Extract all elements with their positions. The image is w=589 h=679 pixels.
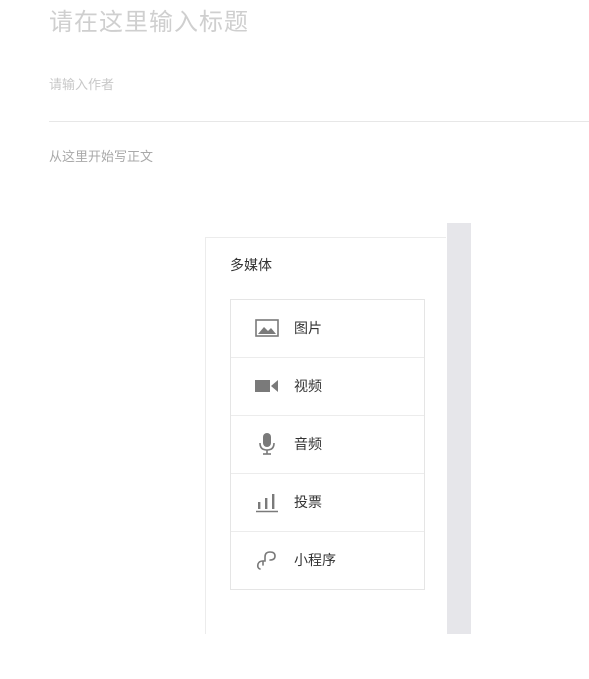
title-input[interactable]: 请在这里输入标题: [49, 6, 249, 38]
video-icon: [254, 374, 280, 398]
poll-icon: [254, 490, 280, 514]
panel-scrollbar-track[interactable]: [447, 223, 471, 634]
media-item-label: 音频: [294, 437, 322, 453]
media-item-label: 小程序: [294, 553, 336, 569]
image-icon: [254, 316, 280, 340]
header-divider: [49, 121, 589, 122]
mini-program-icon: [254, 548, 280, 572]
media-item-mini-program[interactable]: 小程序: [231, 531, 424, 589]
media-item-label: 图片: [294, 321, 322, 337]
media-item-poll[interactable]: 投票: [231, 473, 424, 531]
media-item-audio[interactable]: 音频: [231, 415, 424, 473]
body-editor[interactable]: 从这里开始写正文: [49, 149, 153, 167]
media-item-label: 投票: [294, 495, 322, 511]
media-item-label: 视频: [294, 379, 322, 395]
microphone-icon: [254, 432, 280, 456]
media-item-image[interactable]: 图片: [231, 300, 424, 357]
article-editor: 请在这里输入标题 请输入作者 从这里开始写正文 多媒体 图片 视频 音频 投票 …: [0, 0, 589, 679]
media-item-video[interactable]: 视频: [231, 357, 424, 415]
media-menu: 图片 视频 音频 投票 小程序: [230, 299, 425, 590]
media-panel: 多媒体 图片 视频 音频 投票 小程序: [205, 237, 446, 634]
author-input[interactable]: 请输入作者: [49, 77, 114, 95]
media-panel-title: 多媒体: [230, 258, 272, 274]
